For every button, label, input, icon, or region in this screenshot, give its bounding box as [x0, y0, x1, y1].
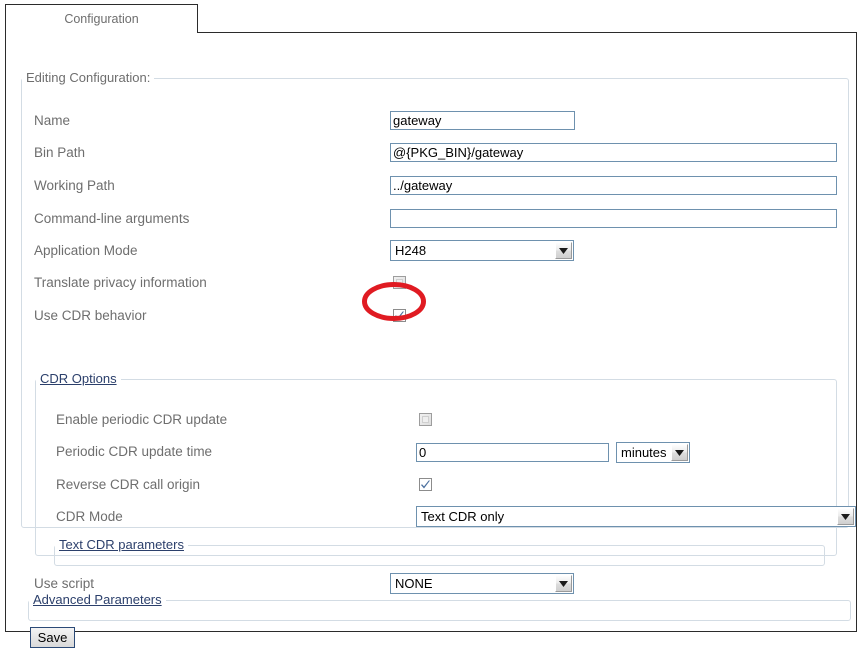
- periodic-cdr-update-time-input[interactable]: [416, 443, 609, 462]
- tab-bar: Configuration: [5, 4, 198, 33]
- bin-path-label: Bin Path: [34, 141, 85, 165]
- translate-privacy-information-checkbox[interactable]: [393, 276, 406, 289]
- reverse-cdr-call-origin-label: Reverse CDR call origin: [56, 473, 200, 497]
- translate-privacy-information-label: Translate privacy information: [34, 271, 207, 295]
- working-path-input[interactable]: [390, 176, 837, 195]
- reverse-cdr-call-origin-checkbox[interactable]: [419, 478, 432, 491]
- editing-configuration-legend: Editing Configuration:: [22, 71, 154, 85]
- save-button[interactable]: Save: [30, 627, 75, 648]
- use-cdr-behavior-checkbox[interactable]: [393, 309, 406, 322]
- editing-configuration-fieldset: Editing Configuration: Name Bin Path Wor…: [21, 71, 849, 528]
- application-mode-value: H248: [391, 241, 555, 260]
- cdr-options-fieldset: CDR Options Enable periodic CDR update P…: [35, 372, 837, 556]
- advanced-parameters-legend[interactable]: Advanced Parameters: [29, 593, 166, 607]
- checkmark-icon: [420, 480, 431, 490]
- periodic-cdr-update-time-label: Periodic CDR update time: [56, 440, 212, 464]
- application-mode-select[interactable]: H248: [390, 240, 574, 261]
- chevron-down-icon: [671, 444, 688, 461]
- text-cdr-parameters-fieldset: Text CDR parameters: [54, 538, 825, 566]
- command-line-arguments-label: Command-line arguments: [34, 207, 189, 231]
- command-line-arguments-input[interactable]: [390, 209, 837, 228]
- use-cdr-behavior-label: Use CDR behavior: [34, 304, 147, 328]
- periodic-cdr-update-time-unit-value: minutes: [617, 443, 671, 462]
- checkmark-icon: [394, 311, 405, 321]
- bin-path-input[interactable]: [390, 143, 837, 162]
- cdr-mode-label: CDR Mode: [56, 505, 123, 529]
- enable-periodic-cdr-update-checkbox[interactable]: [419, 413, 432, 426]
- tab-panel-joiner: [6, 31, 197, 34]
- cdr-mode-select[interactable]: Text CDR only: [416, 506, 856, 527]
- enable-periodic-cdr-update-label: Enable periodic CDR update: [56, 408, 227, 432]
- chevron-down-icon: [555, 242, 572, 259]
- working-path-label: Working Path: [34, 174, 115, 198]
- cdr-options-legend[interactable]: CDR Options: [36, 372, 121, 386]
- text-cdr-parameters-legend[interactable]: Text CDR parameters: [55, 538, 188, 552]
- chevron-down-icon: [837, 508, 854, 525]
- tab-configuration-label: Configuration: [64, 12, 138, 26]
- configuration-panel: Editing Configuration: Name Bin Path Wor…: [5, 32, 857, 632]
- name-label: Name: [34, 109, 70, 133]
- periodic-cdr-update-time-unit-select[interactable]: minutes: [616, 442, 690, 463]
- name-input[interactable]: [390, 111, 575, 130]
- cdr-mode-value: Text CDR only: [417, 507, 837, 526]
- application-mode-label: Application Mode: [34, 239, 138, 263]
- advanced-parameters-fieldset: Advanced Parameters: [28, 593, 851, 621]
- use-script-select[interactable]: NONE: [390, 573, 574, 594]
- tab-configuration[interactable]: Configuration: [6, 5, 197, 33]
- use-script-value: NONE: [391, 574, 555, 593]
- chevron-down-icon: [555, 575, 572, 592]
